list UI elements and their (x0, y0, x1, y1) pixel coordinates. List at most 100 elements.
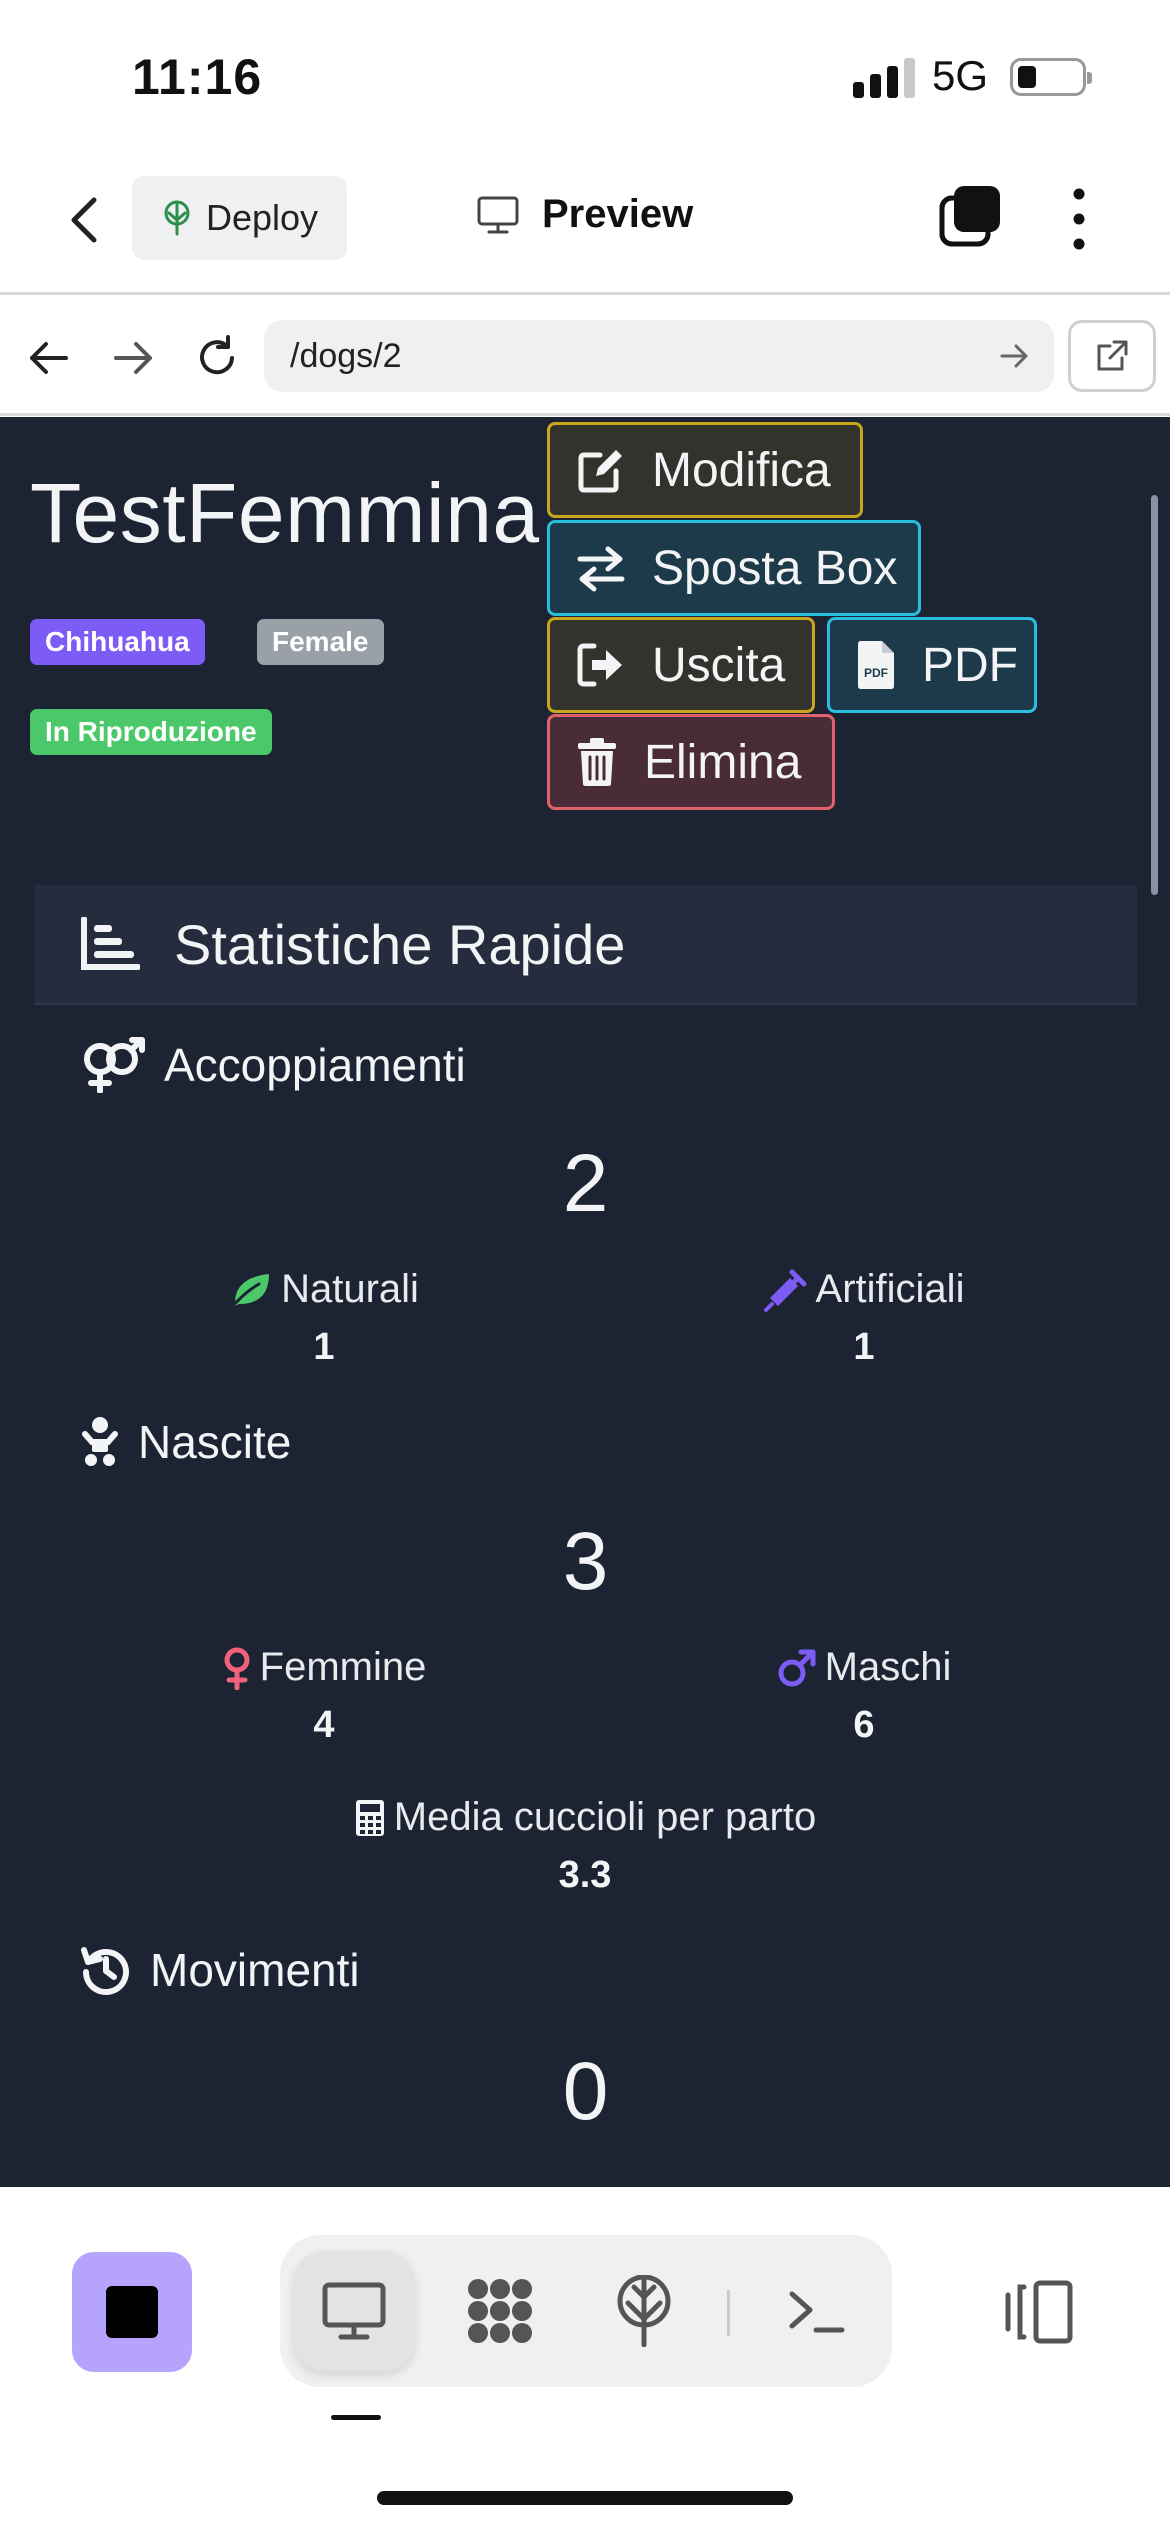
delete-button[interactable]: Elimina (547, 714, 835, 810)
female-puppies: Femmine 4 (124, 1645, 524, 1747)
view-switcher (280, 2235, 892, 2387)
artificial-matings: Artificiali 1 (664, 1267, 1064, 1369)
browser-toolbar: /dogs/2 (0, 298, 1170, 416)
web-preview: TestFemmina Chihuahua Female In Riproduz… (0, 417, 1170, 2187)
bottom-toolbar (0, 2187, 1170, 2532)
back-button[interactable] (60, 190, 110, 250)
breed-badge: Chihuahua (30, 619, 205, 665)
artificial-label: Artificiali (815, 1267, 965, 1311)
reload-button[interactable] (192, 333, 242, 383)
browser-back-button[interactable] (24, 333, 74, 383)
exit-label: Uscita (652, 638, 786, 692)
exit-button[interactable]: Uscita (547, 617, 815, 713)
swap-arrows-icon (577, 546, 625, 592)
movements-total: 0 (562, 2046, 609, 2137)
more-menu-button[interactable] (1064, 184, 1094, 254)
leaf-icon (229, 1273, 270, 1309)
arrow-right-icon (114, 342, 152, 374)
stats-card: Statistiche Rapide Accoppiamenti 2 Natur… (34, 885, 1137, 2187)
status-bar: 11:16 5G (0, 0, 1170, 150)
home-indicator[interactable] (377, 2491, 793, 2505)
stop-icon (106, 2286, 158, 2338)
tabs-button[interactable] (938, 184, 1002, 248)
avg-puppies: Media cuccioli per parto 3.3 (285, 1795, 885, 1897)
chart-bar-icon (81, 917, 140, 970)
network-label: 5G (932, 52, 989, 99)
stack-icon (939, 186, 1000, 247)
births-label: Nascite (138, 1416, 292, 1468)
venus-icon (224, 1647, 250, 1690)
venus-mars-icon (84, 1037, 145, 1093)
matings-title: Accoppiamenti (80, 1037, 466, 1093)
monitor-icon (477, 196, 519, 233)
scrollbar[interactable] (1151, 495, 1158, 895)
kebab-icon (1073, 188, 1085, 250)
pdf-button[interactable]: PDF PDF (827, 617, 1037, 713)
stop-button[interactable] (72, 2252, 192, 2372)
divider (727, 2290, 730, 2336)
side-panel-icon (1005, 2280, 1073, 2344)
app-header: Deploy Preview (0, 150, 1170, 295)
deploy-tree-icon (164, 200, 190, 236)
deploy-label: Deploy (206, 197, 319, 238)
tab-preview[interactable] (294, 2251, 414, 2371)
history-icon (81, 1947, 129, 1995)
trash-icon (578, 738, 616, 786)
dog-name: TestFemmina (30, 466, 540, 560)
calculator-icon (355, 1799, 384, 1836)
signal-icon (853, 58, 915, 98)
open-external-button[interactable] (1068, 320, 1156, 392)
deploy-button[interactable]: Deploy (132, 176, 347, 260)
deploy-tree-icon (617, 2275, 671, 2347)
natural-matings: Naturali 1 (124, 1267, 524, 1369)
avg-value: 3.3 (558, 1854, 612, 1896)
male-puppies: Maschi 6 (664, 1645, 1064, 1747)
movements-title: Movimenti (80, 1943, 360, 1997)
battery-icon (1010, 58, 1092, 96)
natural-label: Naturali (281, 1267, 419, 1311)
births-total: 3 (562, 1516, 609, 1607)
status-badge: In Riproduzione (30, 709, 272, 755)
tab-apps[interactable] (440, 2251, 560, 2371)
preview-title: Preview (476, 192, 693, 237)
terminal-icon (789, 2291, 845, 2333)
browser-forward-button[interactable] (108, 333, 158, 383)
edit-button[interactable]: Modifica (547, 422, 863, 518)
side-panel-button[interactable] (1000, 2277, 1076, 2347)
external-link-icon (1097, 340, 1128, 371)
chevron-left-icon (71, 197, 97, 243)
female-value: 4 (313, 1704, 335, 1746)
edit-icon (578, 450, 622, 493)
matings-total: 2 (562, 1138, 609, 1229)
male-value: 6 (853, 1704, 875, 1746)
stats-header: Statistiche Rapide (34, 885, 1137, 1005)
reload-icon (200, 335, 234, 375)
tab-terminal[interactable] (756, 2251, 876, 2371)
stats-title: Statistiche Rapide (174, 912, 626, 976)
monitor-icon (322, 2282, 386, 2340)
sign-out-icon (577, 643, 622, 687)
move-box-button[interactable]: Sposta Box (547, 520, 921, 616)
movements-label: Movimenti (150, 1944, 360, 1996)
url-text: /dogs/2 (290, 336, 402, 375)
natural-value: 1 (313, 1326, 335, 1368)
file-pdf-icon: PDF (858, 641, 894, 689)
arrow-left-icon (30, 342, 68, 374)
mars-icon (778, 1649, 816, 1686)
artificial-value: 1 (853, 1326, 875, 1368)
status-time: 11:16 (132, 49, 263, 105)
arrow-go-icon[interactable] (996, 338, 1032, 374)
svg-text:PDF: PDF (864, 666, 888, 680)
sex-badge: Female (257, 619, 384, 665)
delete-label: Elimina (644, 735, 802, 789)
matings-label: Accoppiamenti (164, 1039, 466, 1091)
edit-label: Modifica (652, 443, 831, 497)
syringe-icon (763, 1269, 807, 1312)
url-input[interactable]: /dogs/2 (264, 320, 1054, 392)
births-title: Nascite (80, 1415, 291, 1469)
apps-icon (468, 2279, 532, 2343)
baby-icon (82, 1417, 118, 1466)
tab-deploy[interactable] (584, 2251, 704, 2371)
preview-label: Preview (542, 192, 694, 236)
male-label: Maschi (824, 1645, 952, 1689)
